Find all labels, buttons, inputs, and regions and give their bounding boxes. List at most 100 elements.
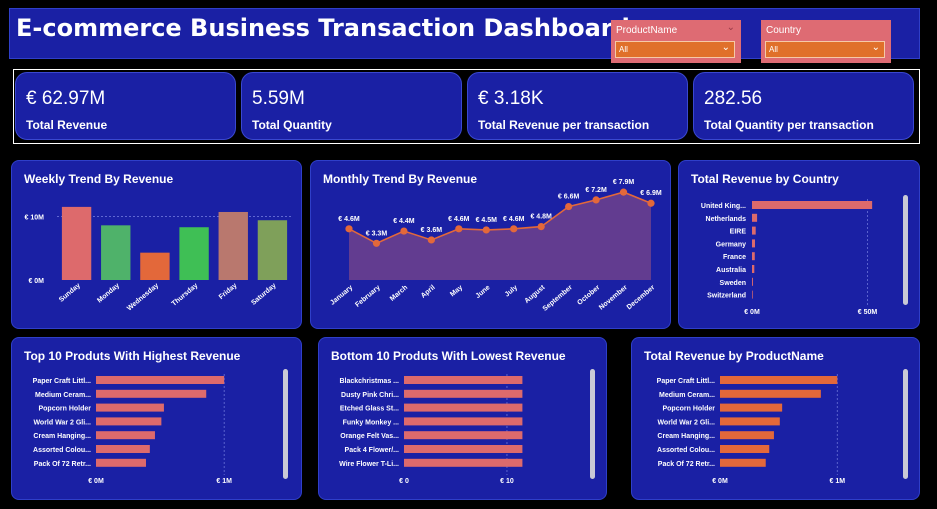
- data-point: [372, 239, 381, 247]
- data-label: € 4.8M: [530, 214, 552, 221]
- bar: [752, 252, 755, 261]
- weekly-trend-panel[interactable]: Weekly Trend By Revenue € 0M € 10M Sunday M…: [11, 160, 302, 329]
- x-tick-label: November: [598, 284, 629, 312]
- productname-dropdown[interactable]: All ⌄: [615, 41, 735, 58]
- bar: [404, 458, 523, 467]
- category-label: World War 2 Gli...: [33, 419, 91, 426]
- kpi-label: Total Revenue per transaction: [478, 118, 650, 132]
- top10-products-chart: Paper Craft Littl... Medium Ceram... Popco…: [33, 374, 232, 485]
- bar: [752, 277, 753, 286]
- bar: [257, 220, 288, 280]
- category-label: Pack 4 Flower/...: [345, 447, 400, 454]
- category-label: Sweden: [720, 280, 746, 287]
- category-label: Wire Flower T-Li...: [339, 461, 399, 468]
- bottom10-products-panel[interactable]: Bottom 10 Produts With Lowest Revenue Bl…: [318, 337, 607, 500]
- data-label: € 4.6M: [448, 216, 470, 223]
- bar: [720, 376, 838, 384]
- productname-selected-value: All: [619, 45, 628, 54]
- kpi-card-total-quantity[interactable]: 5.59M Total Quantity: [241, 72, 462, 140]
- data-label: € 4.6M: [503, 216, 525, 223]
- title-bar: E-commerce Business Transaction Dashboar…: [9, 8, 920, 63]
- dropdown-arrow-icon[interactable]: ⌄: [872, 42, 880, 53]
- category-label: Popcorn Holder: [38, 406, 91, 413]
- scrollbar[interactable]: [283, 369, 288, 479]
- category-label: Blackchristmas ...: [339, 378, 399, 385]
- data-label: € 6.6M: [558, 194, 580, 201]
- bar: [720, 458, 766, 467]
- bar: [404, 431, 523, 440]
- bar: [720, 417, 780, 426]
- data-point: [565, 202, 573, 211]
- bar: [61, 206, 92, 280]
- bar: [96, 376, 225, 384]
- country-slicer[interactable]: Country All ⌄: [761, 20, 891, 63]
- top10-products-panel[interactable]: Top 10 Produts With Highest Revenue Pape…: [11, 337, 302, 500]
- productname-slicer-label: ProductName: [616, 25, 678, 36]
- data-point: [455, 225, 463, 233]
- kpi-card-revenue-per-transaction[interactable]: € 3.18K Total Revenue per transaction: [467, 72, 688, 140]
- data-label: € 4.4M: [393, 218, 415, 225]
- country-slicer-label: Country: [766, 25, 802, 36]
- bar: [720, 445, 770, 453]
- y-tick-label: € 0M: [28, 278, 44, 285]
- category-label: Paper Craft Littl...: [657, 378, 715, 385]
- category-label: Popcorn Holder: [662, 406, 715, 413]
- category-label: Assorted Colou...: [657, 447, 715, 454]
- data-point: [482, 226, 490, 234]
- kpi-card-total-revenue[interactable]: € 62.97M Total Revenue: [15, 72, 236, 140]
- category-label: EIRE: [730, 229, 747, 236]
- category-label: Netherlands: [706, 216, 747, 223]
- category-label: World War 2 Gli...: [657, 419, 715, 426]
- scrollbar[interactable]: [903, 369, 908, 479]
- x-tick-label: Sunday: [58, 282, 82, 304]
- productname-slicer[interactable]: ProductName ⌄ All ⌄: [611, 20, 741, 63]
- data-label: € 6.9M: [640, 190, 662, 197]
- category-label: Cream Hanging...: [657, 433, 715, 440]
- data-point: [619, 188, 628, 196]
- bar: [752, 213, 758, 222]
- category-label: Paper Craft Littl...: [33, 378, 91, 385]
- y-tick-label: € 10M: [25, 214, 45, 221]
- x-tick-label: April: [420, 284, 437, 300]
- monthly-trend-chart: € 4.6M January € 3.3M February € 4.4M March € …: [329, 179, 662, 313]
- x-tick-label: € 0M: [88, 478, 104, 485]
- monthly-trend-panel[interactable]: Monthly Trend By Revenue € 4.6M January € …: [310, 160, 671, 329]
- data-label: € 3.3M: [366, 230, 388, 237]
- kpi-card-quantity-per-transaction[interactable]: 282.56 Total Quantity per transaction: [693, 72, 914, 140]
- data-point: [592, 196, 600, 204]
- scrollbar[interactable]: [590, 369, 595, 479]
- x-tick-label: Friday: [218, 282, 239, 301]
- revenue-by-country-panel[interactable]: Total Revenue by Country United King... N…: [678, 160, 920, 329]
- scrollbar[interactable]: [903, 195, 908, 305]
- bar: [404, 389, 523, 398]
- bar: [96, 403, 164, 412]
- x-tick-label: August: [523, 284, 546, 305]
- bar: [404, 376, 523, 384]
- data-label: € 7.2M: [585, 187, 607, 194]
- x-tick-label: July: [504, 284, 519, 298]
- bottom10-products-chart: Blackchristmas ... Dusty Pink Chri... Etch…: [339, 374, 523, 485]
- bar: [218, 211, 248, 280]
- data-label: € 4.5M: [476, 217, 498, 224]
- chevron-down-icon[interactable]: ⌄: [727, 22, 735, 33]
- kpi-value: 282.56: [704, 88, 763, 109]
- bar: [96, 417, 162, 426]
- category-label: Cream Hanging...: [33, 433, 91, 440]
- country-dropdown[interactable]: All ⌄: [765, 41, 885, 58]
- bar: [404, 445, 523, 453]
- x-tick-label: December: [626, 284, 657, 311]
- revenue-by-product-panel[interactable]: Total Revenue by ProductName Paper Craft…: [631, 337, 920, 500]
- x-tick-label: June: [475, 284, 492, 300]
- bar: [96, 445, 150, 453]
- data-point: [400, 227, 408, 235]
- x-tick-label: € 0: [399, 478, 409, 485]
- data-point: [510, 225, 518, 233]
- bar: [752, 290, 753, 299]
- kpi-value: € 3.18K: [478, 88, 544, 109]
- category-label: Pack Of 72 Retr...: [34, 461, 91, 468]
- dropdown-arrow-icon[interactable]: ⌄: [722, 42, 730, 53]
- kpi-label: Total Quantity per transaction: [704, 118, 874, 132]
- category-label: France: [723, 254, 746, 261]
- revenue-by-product-chart: Paper Craft Littl... Medium Ceram... Popco…: [657, 374, 845, 485]
- data-point: [537, 223, 545, 231]
